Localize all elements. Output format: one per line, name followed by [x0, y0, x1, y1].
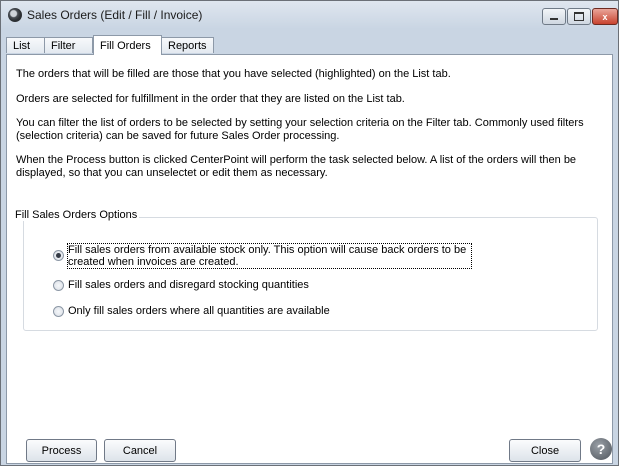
tab-fill-orders[interactable]: Fill Orders — [93, 35, 162, 55]
close-window-button[interactable]: x — [592, 8, 618, 25]
process-button[interactable]: Process — [26, 439, 97, 462]
option-disregard-stock-label[interactable]: Fill sales orders and disregard stocking… — [68, 279, 309, 291]
cancel-button[interactable]: Cancel — [104, 439, 176, 462]
info-text-selected: The orders that will be filled are those… — [16, 68, 451, 80]
close-button[interactable]: Close — [509, 439, 581, 462]
option-all-available-radio[interactable] — [53, 306, 64, 317]
info-text-order: Orders are selected for fulfillment in t… — [16, 93, 405, 105]
minimize-button[interactable] — [542, 8, 566, 25]
option-all-available-label[interactable]: Only fill sales orders where all quantit… — [68, 305, 330, 317]
info-text-filter: You can filter the list of orders to be … — [16, 117, 584, 142]
tab-filter[interactable]: Filter — [44, 37, 93, 53]
option-available-stock-radio[interactable] — [53, 250, 64, 261]
sales-orders-window: Sales Orders (Edit / Fill / Invoice) x L… — [0, 0, 619, 466]
help-icon[interactable]: ? — [590, 438, 612, 460]
info-text-process: When the Process button is clicked Cente… — [16, 154, 577, 179]
close-icon: x — [602, 11, 608, 22]
option-available-stock-label[interactable]: Fill sales orders from available stock o… — [67, 243, 472, 269]
fill-options-group-label: Fill Sales Orders Options — [13, 209, 140, 221]
fill-orders-panel: The orders that will be filled are those… — [6, 54, 613, 464]
window-title: Sales Orders (Edit / Fill / Invoice) — [27, 8, 203, 22]
maximize-button[interactable] — [567, 8, 591, 25]
tab-strip: List Filter Fill Orders Reports — [6, 29, 613, 55]
app-icon — [8, 8, 22, 22]
tab-reports[interactable]: Reports — [161, 37, 214, 53]
title-bar[interactable]: Sales Orders (Edit / Fill / Invoice) x — [1, 1, 618, 29]
option-disregard-stock-radio[interactable] — [53, 280, 64, 291]
maximize-icon — [574, 12, 584, 21]
tab-list[interactable]: List — [6, 37, 45, 53]
minimize-icon — [550, 18, 558, 20]
